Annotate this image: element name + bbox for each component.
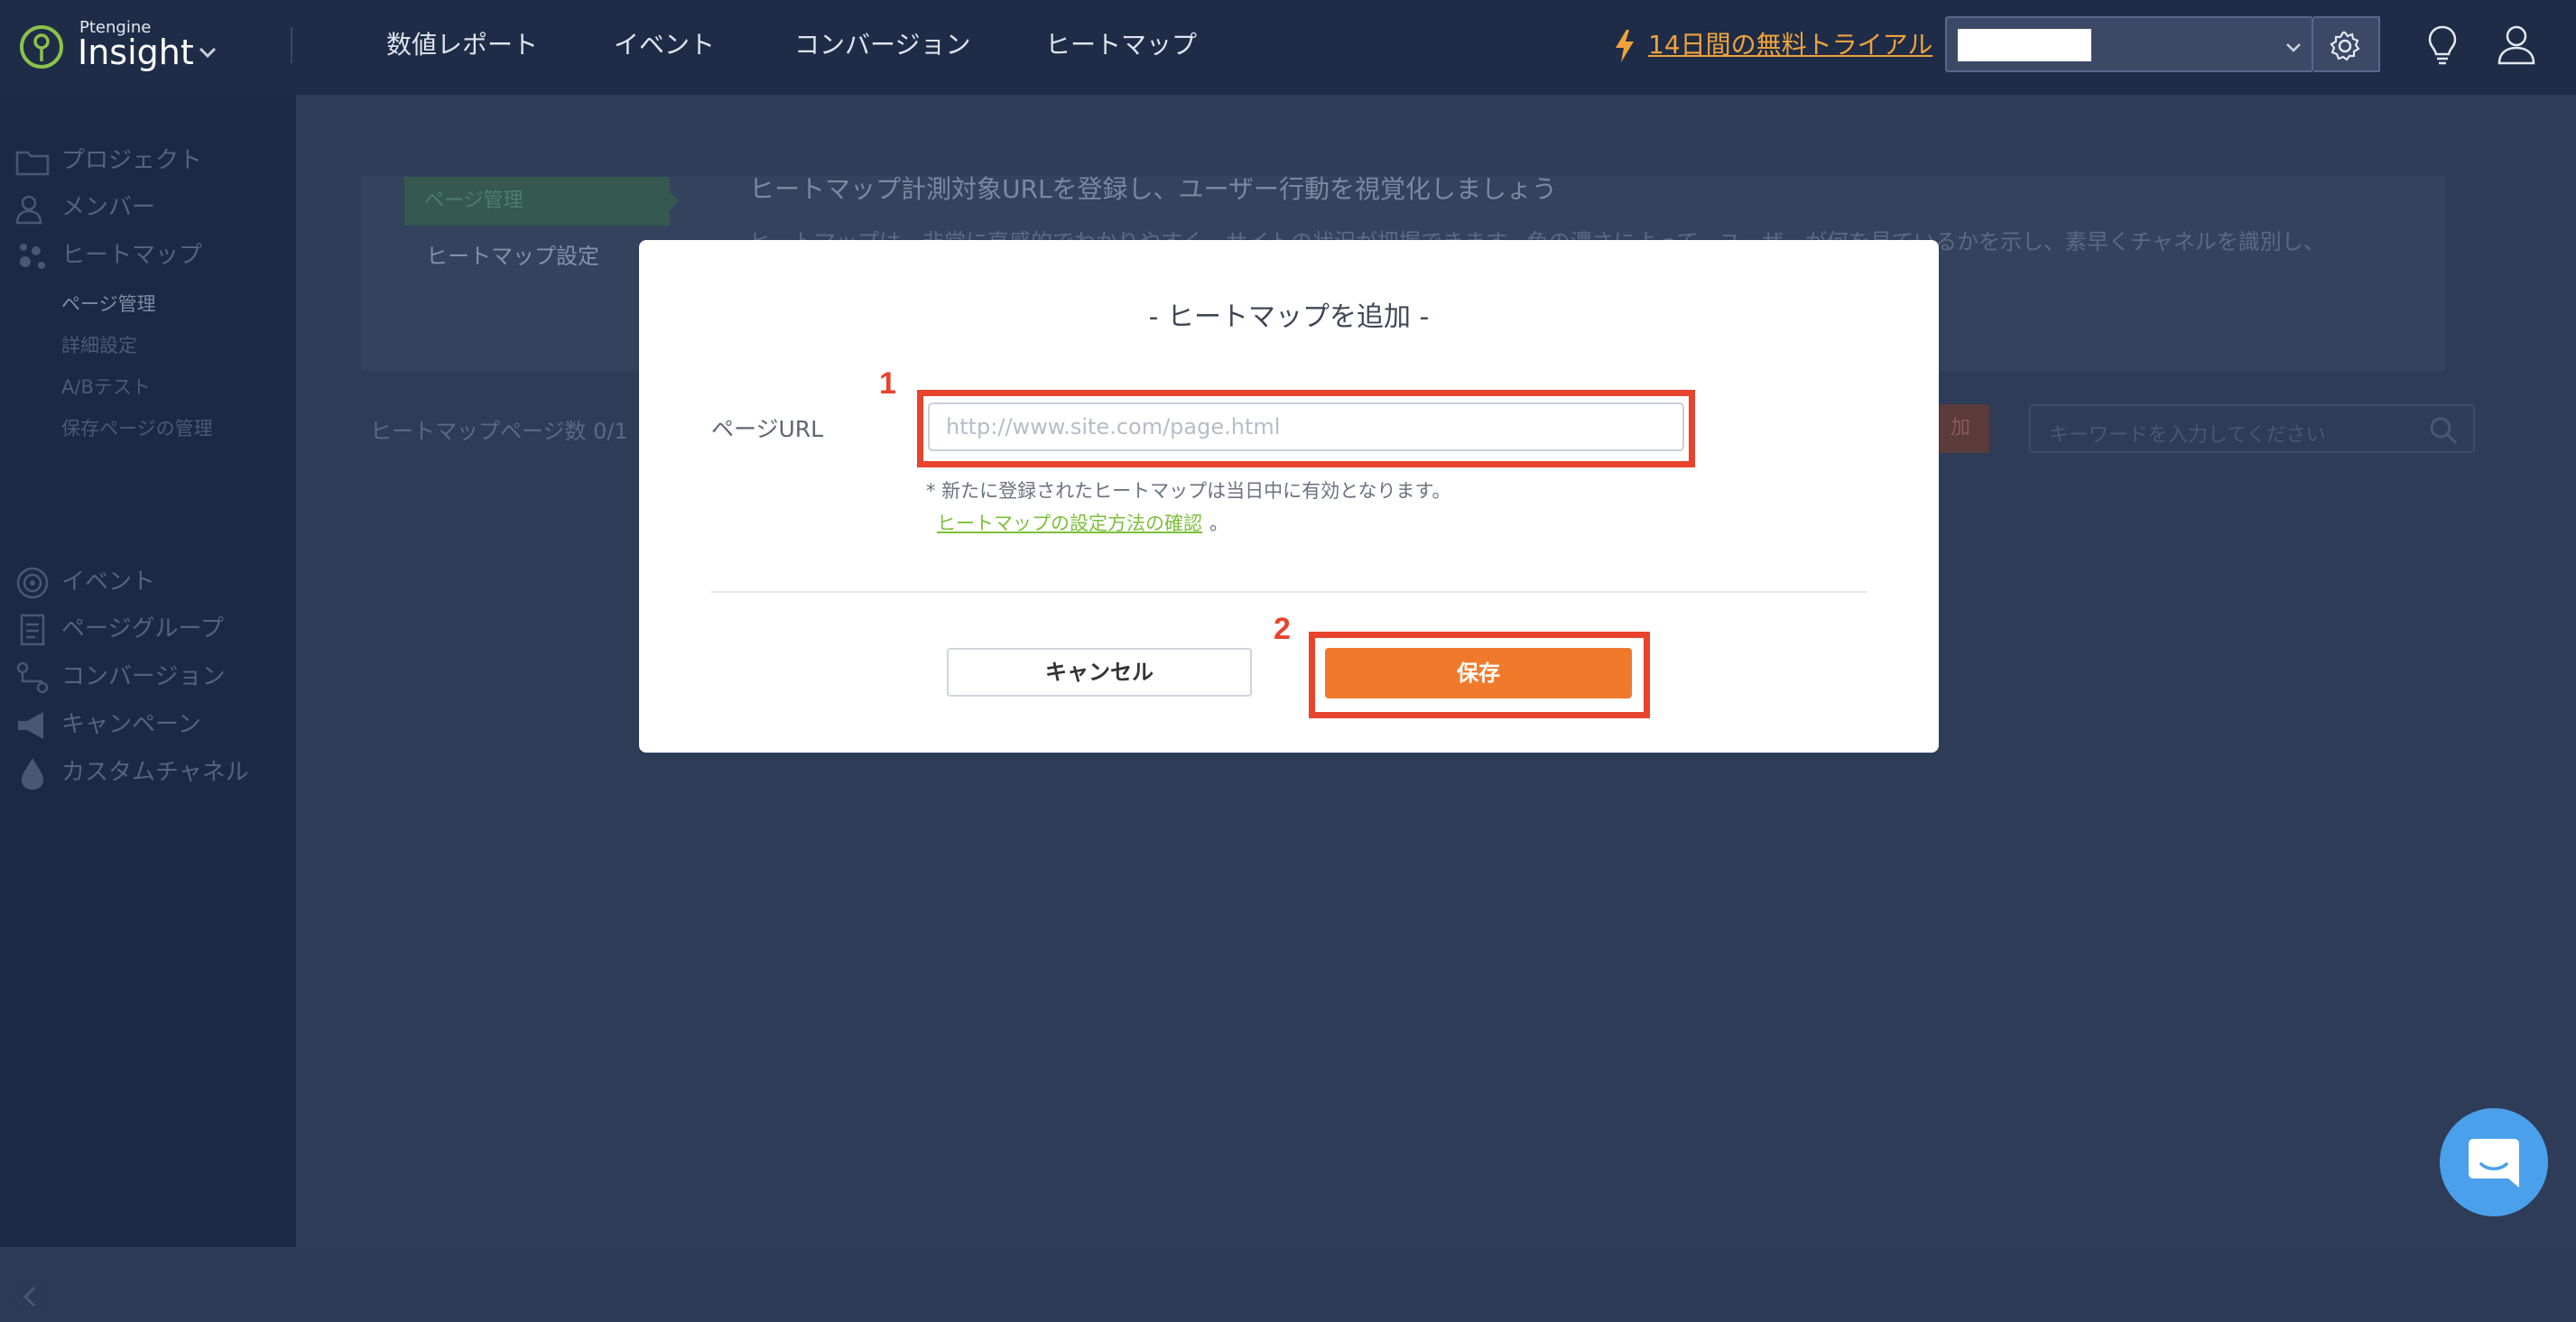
sidebar-item-label: キャンペーン <box>61 711 201 738</box>
logo-icon <box>20 25 63 69</box>
settings-button[interactable] <box>2313 16 2380 72</box>
cancel-button[interactable]: キャンセル <box>947 648 1252 697</box>
tab-heatmap-settings[interactable]: ヒートマップ設定 <box>426 238 599 270</box>
sidebar-item-label: メンバー <box>61 194 156 221</box>
sidebar-item-label: ヒートマップ <box>61 242 203 269</box>
info-title: ヒートマップ計測対象URLを登録し、ユーザー行動を視覚化しましょう <box>749 174 1557 204</box>
add-heatmap-modal: - ヒートマップを追加 - ページURL 1 * 新たに登録されたヒートマップは… <box>639 240 1939 753</box>
search-placeholder: キーワードを入力してください <box>2049 424 2326 447</box>
help-link-suffix: 。 <box>1209 513 1228 534</box>
sidebar-item-members[interactable]: メンバー <box>14 185 155 230</box>
nav-reports[interactable]: 数値レポート <box>386 0 538 95</box>
brand-logo[interactable]: Ptengine Insight <box>18 16 289 79</box>
sidebar-item-custom-channel[interactable]: カスタムチャネル <box>14 750 249 795</box>
registration-note: * 新たに登録されたヒートマップは当日中に有効となります。 <box>926 480 1451 502</box>
heatmap-icon <box>20 243 45 269</box>
sidebar-item-campaign[interactable]: キャンペーン <box>14 702 201 747</box>
sidebar-item-page-group[interactable]: ページグループ <box>14 606 224 652</box>
lightbulb-icon[interactable] <box>2426 23 2459 67</box>
trial-link[interactable]: 14日間の無料トライアル <box>1614 27 1932 63</box>
heatmap-setup-help-link[interactable]: ヒートマップの設定方法の確認 <box>937 509 1202 536</box>
megaphone-icon <box>18 711 43 739</box>
project-select[interactable] <box>1945 16 2313 72</box>
sidebar-item-conversion[interactable]: コンバージョン <box>14 654 225 699</box>
nav-heatmap[interactable]: ヒートマップ <box>1045 0 1197 95</box>
keyword-search[interactable]: キーワードを入力してください <box>2029 404 2475 453</box>
sidebar-sub-saved-pages[interactable]: 保存ページの管理 <box>61 414 213 441</box>
sidebar-item-label: コンバージョン <box>61 663 226 690</box>
gear-icon <box>2330 31 2360 61</box>
modal-divider <box>711 591 1867 593</box>
tab-arrow <box>668 190 679 212</box>
save-button[interactable]: 保存 <box>1325 648 1632 698</box>
chat-launcher[interactable] <box>2440 1108 2548 1216</box>
modal-title: - ヒートマップを追加 - <box>1148 301 1430 333</box>
sidebar-sub-advanced[interactable]: 詳細設定 <box>61 331 137 358</box>
project-name-redacted <box>1958 29 2091 61</box>
top-bar: Ptengine Insight 数値レポート イベント コンバージョン ヒート… <box>0 0 2576 95</box>
chevron-left-icon <box>23 1286 36 1308</box>
add-heatmap-button[interactable]: 加 <box>1932 404 1989 453</box>
tab-page-management[interactable]: ページ管理 <box>404 177 670 226</box>
page-url-label: ページURL <box>711 416 824 442</box>
step-marker-1: 1 <box>879 366 896 401</box>
conversion-icon <box>16 661 49 693</box>
heatmap-page-count: ヒートマップページ数 0/1 <box>370 419 628 444</box>
drop-icon <box>22 757 43 790</box>
sidebar-item-event[interactable]: イベント <box>14 559 155 605</box>
chevron-down-icon <box>2286 43 2301 52</box>
page-group-icon <box>20 614 45 645</box>
event-icon <box>16 567 49 598</box>
sidebar-item-project[interactable]: プロジェクト <box>14 138 202 183</box>
chat-icon <box>2469 1139 2519 1188</box>
sidebar-sub-page-management[interactable]: ページ管理 <box>61 290 156 317</box>
page-url-input[interactable] <box>928 402 1684 451</box>
sidebar-item-label: イベント <box>61 569 156 596</box>
nav-events[interactable]: イベント <box>614 0 715 95</box>
brand-name: Insight <box>78 32 194 72</box>
sidebar: プロジェクト メンバー ヒートマップ ページ管理 詳細設定 A/Bテスト 保存ペ… <box>0 95 296 1318</box>
trial-link-label[interactable]: 14日間の無料トライアル <box>1648 30 1932 60</box>
search-icon[interactable] <box>2428 415 2459 446</box>
sidebar-item-label: カスタムチャネル <box>61 759 249 786</box>
sidebar-item-label: プロジェクト <box>61 147 203 174</box>
members-icon <box>15 195 42 224</box>
sidebar-item-label: ページグループ <box>61 615 224 643</box>
sidebar-sub-abtest[interactable]: A/Bテスト <box>61 373 151 400</box>
nav-conversion[interactable]: コンバージョン <box>794 0 970 95</box>
sidebar-collapse-button[interactable] <box>9 1275 52 1318</box>
topbar-divider <box>291 27 292 63</box>
user-icon[interactable] <box>2497 23 2536 65</box>
chevron-down-icon <box>199 47 217 59</box>
step-marker-2: 2 <box>1274 612 1291 646</box>
lightning-icon <box>1616 30 1634 62</box>
sidebar-item-heatmap[interactable]: ヒートマップ <box>14 233 202 278</box>
folder-icon <box>15 151 50 175</box>
